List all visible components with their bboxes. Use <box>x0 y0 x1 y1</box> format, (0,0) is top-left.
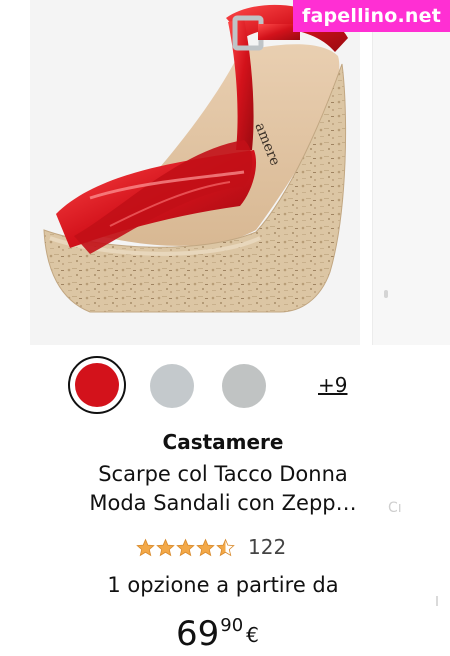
star-full-icon <box>176 538 195 556</box>
sandal-illustration: amere <box>43 4 348 313</box>
star-full-icon <box>136 538 155 556</box>
brand-name: Castamere <box>162 430 284 454</box>
swatch-grey[interactable] <box>222 364 266 408</box>
rating[interactable]: 122 <box>136 533 286 561</box>
rating-count[interactable]: 122 <box>248 535 286 559</box>
star-rating <box>136 538 236 557</box>
product-title-line-1: Scarpe col Tacco Donna <box>98 462 348 486</box>
options-text: 1 opzione a partire da <box>107 573 339 597</box>
swatch-red-fill <box>75 363 119 407</box>
product-image[interactable]: amere <box>30 0 360 345</box>
price-whole: 69 <box>176 614 220 654</box>
next-card-image-detail <box>384 290 388 298</box>
next-card-partial-text: Cı <box>388 500 402 516</box>
star-full-icon <box>156 538 175 556</box>
watermark: fapellino.net <box>292 0 450 32</box>
star-full-icon <box>196 538 215 556</box>
price-fraction: 90 <box>220 615 244 636</box>
next-card-partial-mark <box>436 596 438 606</box>
color-swatches: +9 <box>68 356 388 414</box>
swatch-light-grey[interactable] <box>150 364 194 408</box>
price-currency: € <box>246 623 259 647</box>
product-title-line-2: Moda Sandali con Zepp… <box>89 491 357 515</box>
product-title[interactable]: Scarpe col Tacco Donna Moda Sandali con … <box>30 460 416 518</box>
more-colors-link[interactable]: +9 <box>318 373 347 397</box>
star-half-icon <box>216 538 235 556</box>
swatch-red[interactable] <box>68 356 126 414</box>
product-card[interactable]: amere +9 Castamere Scarpe col Tacco Donn… <box>30 0 360 654</box>
price: 69 90 € <box>176 612 259 656</box>
